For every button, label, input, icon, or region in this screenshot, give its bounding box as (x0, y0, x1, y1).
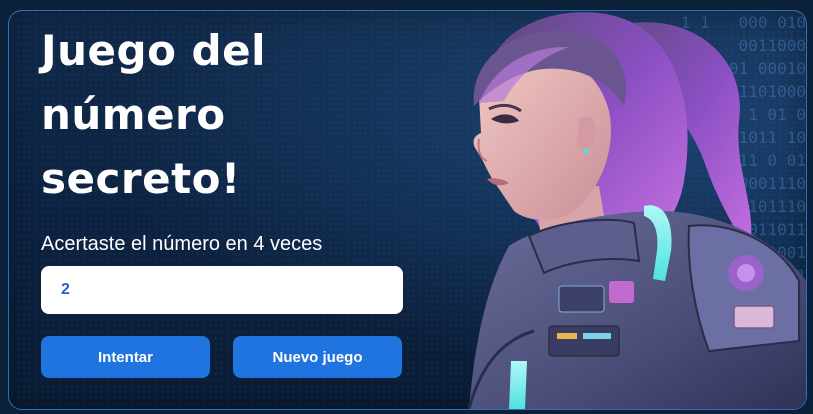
try-button[interactable]: Intentar (41, 336, 210, 378)
guess-input[interactable] (41, 266, 403, 314)
flag-patch (733, 305, 775, 329)
game-title: Juego del número secreto! (41, 26, 266, 203)
earring (583, 148, 589, 154)
game-card: 1 1 000 010 0011000 101 00010 1 001101000 01… (8, 10, 807, 410)
glow-strip-chest (509, 361, 527, 409)
result-message: Acertaste el número en 4 veces (41, 233, 323, 255)
new-game-button[interactable]: Nuevo juego (233, 336, 402, 378)
astronaut-girl-illustration (467, 12, 806, 409)
